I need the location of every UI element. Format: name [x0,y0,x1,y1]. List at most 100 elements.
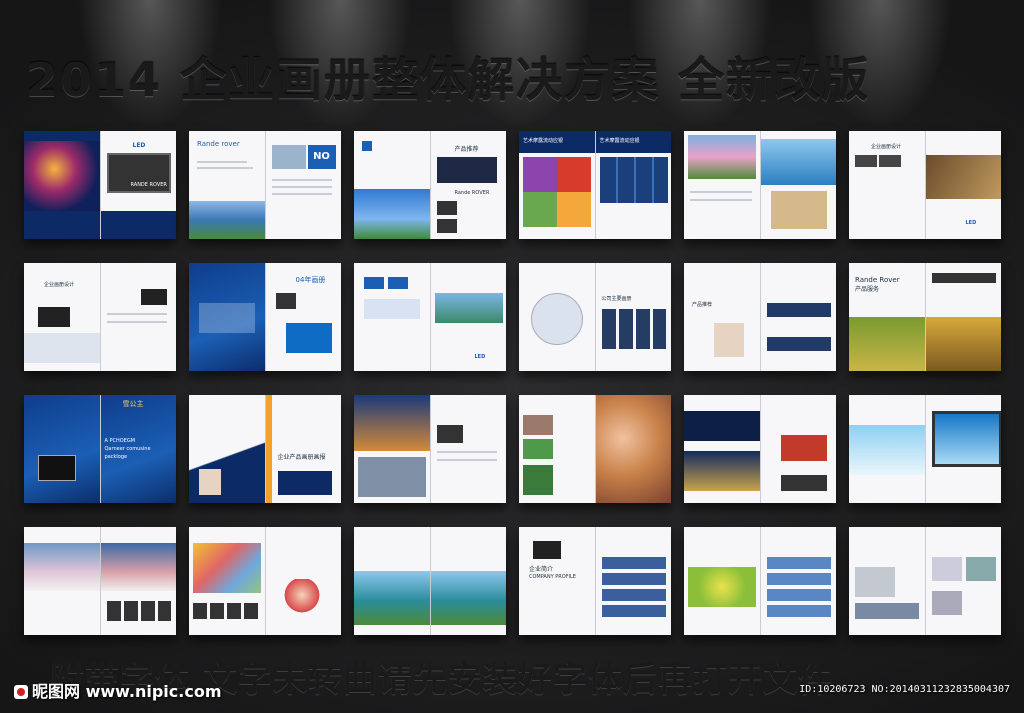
spread-left-page [24,395,101,503]
spread-text: LED [474,354,486,360]
spread-r3c3 [354,395,506,503]
spread-right-page [595,395,671,503]
spread-text: 艺术摩露流动应银 [599,138,640,144]
spread-r3c2: 企业产品画册画报 [189,395,341,503]
product-list [766,557,831,617]
spread-left-page: Rande Rover 产品服务 [849,263,926,371]
spread-r1c5 [684,131,836,239]
spread-right-page [760,527,836,635]
spread-text: Rande rover [197,140,240,148]
tv-showcase [760,139,836,185]
tv-row [766,303,831,317]
spread-r4c3 [354,527,506,635]
spread-right-page [595,527,671,635]
blue-square [362,141,372,151]
tv-thumb [436,201,457,215]
spread-text: A PCHOEGM [104,438,136,444]
spread-r3c1: 雪公主 A PCHOEGM Qarneer comusine packloge [24,395,176,503]
spread-left-page [189,395,266,503]
garden-photo [688,135,756,179]
text-line [690,191,752,193]
spread-left-page [519,395,596,503]
tv-thumb [855,155,877,167]
tile-grid-image [599,157,668,203]
spread-r2c4: 公司主要画册 [519,263,671,371]
spread-text: 产品推荐 [454,146,479,153]
family-photo [358,457,426,497]
spread-left-page [684,395,761,503]
spread-text: Rande ROVER [454,190,490,196]
spread-right-page [100,263,176,371]
text-line [197,167,253,169]
spread-left-page [519,263,596,371]
corn-photo [925,317,1001,371]
spread-left-page [24,527,101,635]
snow-scene-photo [24,543,100,591]
product-circle-diagram [531,293,583,345]
stage-photo [684,411,760,441]
girl-photo [281,579,322,619]
spread-right-page: 04年画册 [265,263,341,371]
product-list [601,557,666,617]
spread-text: RANDE ROVER [130,182,167,188]
spread-r4c4: 企业简介 COMPANY PROFILE [519,527,671,635]
blue-band [100,211,176,239]
spread-left-page: 产品推荐 [684,263,761,371]
spread-right-page [430,395,506,503]
spread-text: 企业产品画册画报 [277,454,326,461]
text-line [271,193,332,195]
tv-thumb [388,277,408,289]
spread-r3c6 [849,395,1001,503]
couple-photo [595,395,671,503]
spread-left-page [354,527,431,635]
text-line [271,179,332,181]
room-photo [855,567,895,597]
spread-right-page: LED RANDE ROVER [100,131,176,239]
spread-r2c3: LED [354,263,506,371]
spread-text: Qarneer comusine [104,446,151,452]
spread-text: 产品推荐 [692,302,713,308]
text-line [106,313,167,315]
dolphin-tv [931,411,1001,467]
tv-row [193,603,261,619]
spread-text: packloge [104,454,128,460]
spread-right-page: 雪公主 A PCHOEGM Qarneer comusine packloge [100,395,176,503]
spread-right-page [760,395,836,503]
person-photo [199,469,221,495]
spread-text: 艺术摩露流动应银 [523,138,564,144]
spread-left-page [684,131,761,239]
spread-text: LED [132,142,146,149]
tv-thumb [436,219,457,233]
spread-r2c6: Rande Rover 产品服务 [849,263,1001,371]
tv-thumb [879,155,901,167]
tv-row [931,273,996,283]
spread-left-page: 艺术摩露流动应银 [519,131,596,239]
spread-text: 企业简介 [529,566,554,573]
tv-image [38,455,76,481]
chart-block [364,299,420,319]
spread-right-page [265,527,341,635]
spread-r1c4: 艺术摩露流动应银 艺术摩露流动应银 [519,131,671,239]
spread-r4c1 [24,527,176,635]
spread-left-page: 企业画册设计 [849,131,926,239]
penguins-photo [849,425,925,475]
spread-right-page [100,527,176,635]
film-strip-photo [925,155,1001,199]
spread-left-page [24,131,101,239]
person-photo [714,323,744,357]
photo [271,145,306,169]
spread-text: 企业画册设计 [44,282,75,288]
no-banner: NO [307,145,336,169]
spread-r1c3: 产品推荐 Rande ROVER [354,131,506,239]
spread-right-page [760,131,836,239]
text-line [197,161,247,163]
spread-right-page: LED [925,131,1001,239]
photo [523,439,553,459]
spread-right-page [925,263,1001,371]
tv-image [780,475,827,491]
spread-left-page [684,527,761,635]
spread-left-page [849,527,926,635]
spread-r2c2: 04年画册 [189,263,341,371]
orange-stripe [265,395,272,503]
spread-right-page [430,527,506,635]
